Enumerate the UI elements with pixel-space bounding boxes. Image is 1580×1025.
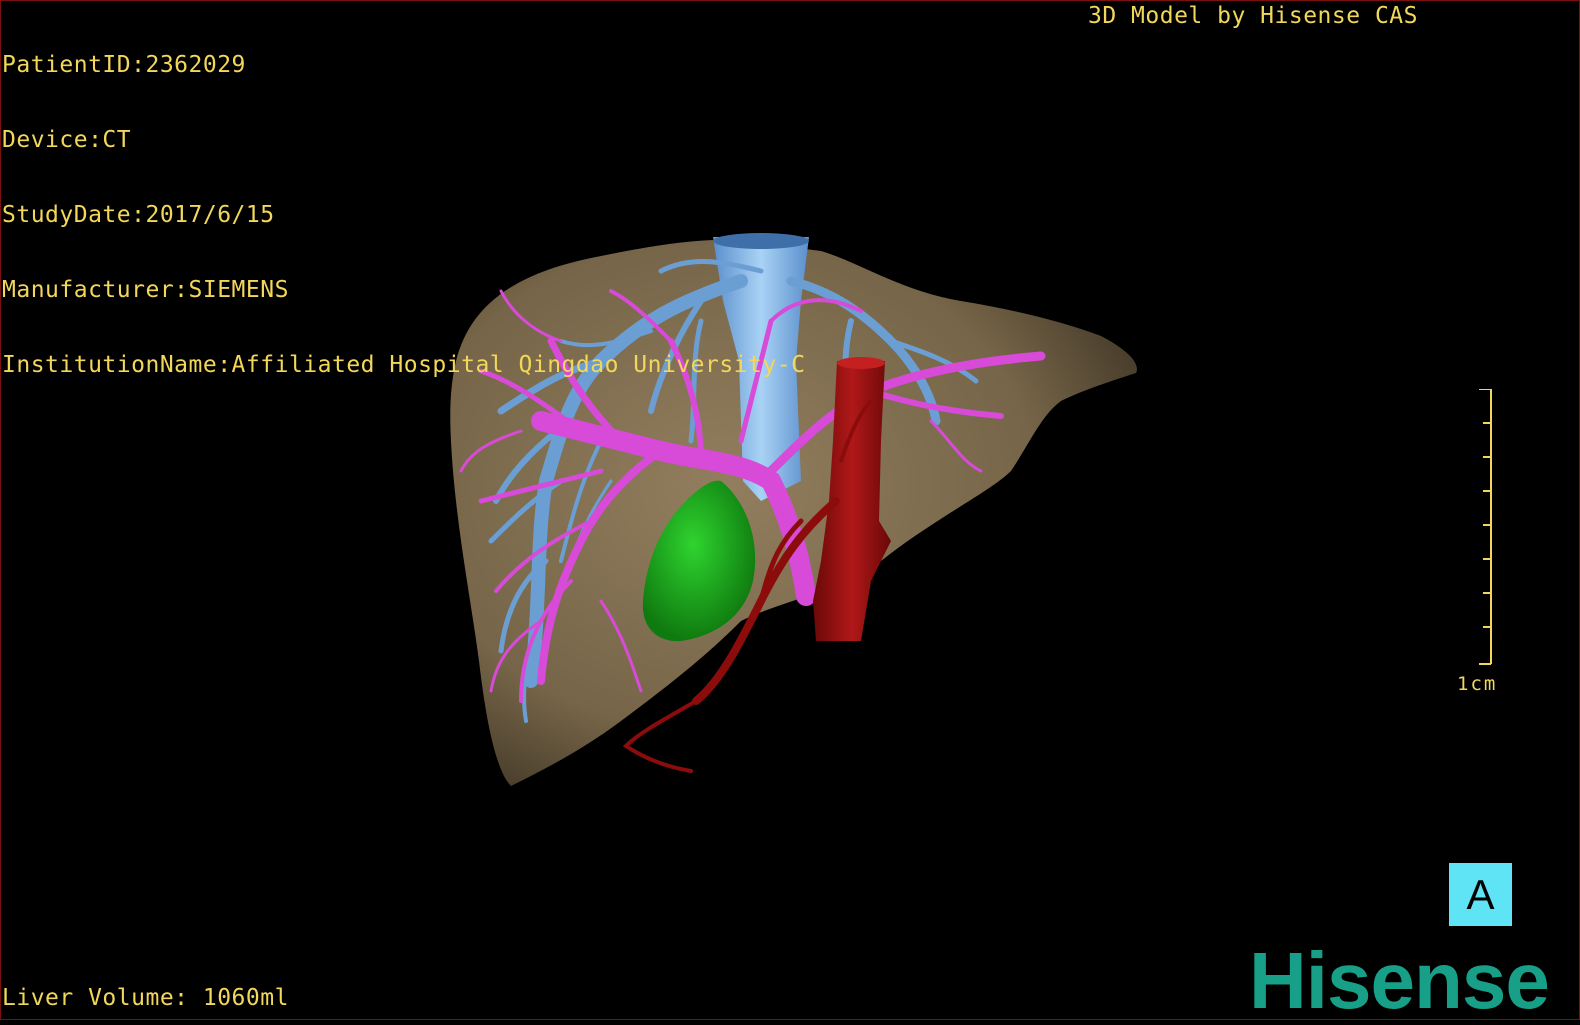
liver-volume: Liver Volume: 1060ml <box>2 985 289 1011</box>
scale-bar <box>1479 389 1492 665</box>
institution-name: InstitutionName:Affiliated Hospital Qing… <box>2 352 806 378</box>
patient-id: PatientID:2362029 <box>2 52 246 78</box>
3d-viewport[interactable]: PatientID:2362029 Device:CT StudyDate:20… <box>0 0 1580 1025</box>
hisense-logo: Hisense <box>1249 936 1550 1025</box>
study-date: StudyDate:2017/6/15 <box>2 202 275 228</box>
scale-label: 1cm <box>1457 673 1498 695</box>
manufacturer: Manufacturer:SIEMENS <box>2 277 289 303</box>
model-credit: 3D Model by Hisense CAS <box>1088 3 1418 29</box>
orientation-badge[interactable]: A <box>1449 863 1512 926</box>
study-metadata: PatientID:2362029 Device:CT StudyDate:20… <box>2 3 805 428</box>
device: Device:CT <box>2 127 132 153</box>
